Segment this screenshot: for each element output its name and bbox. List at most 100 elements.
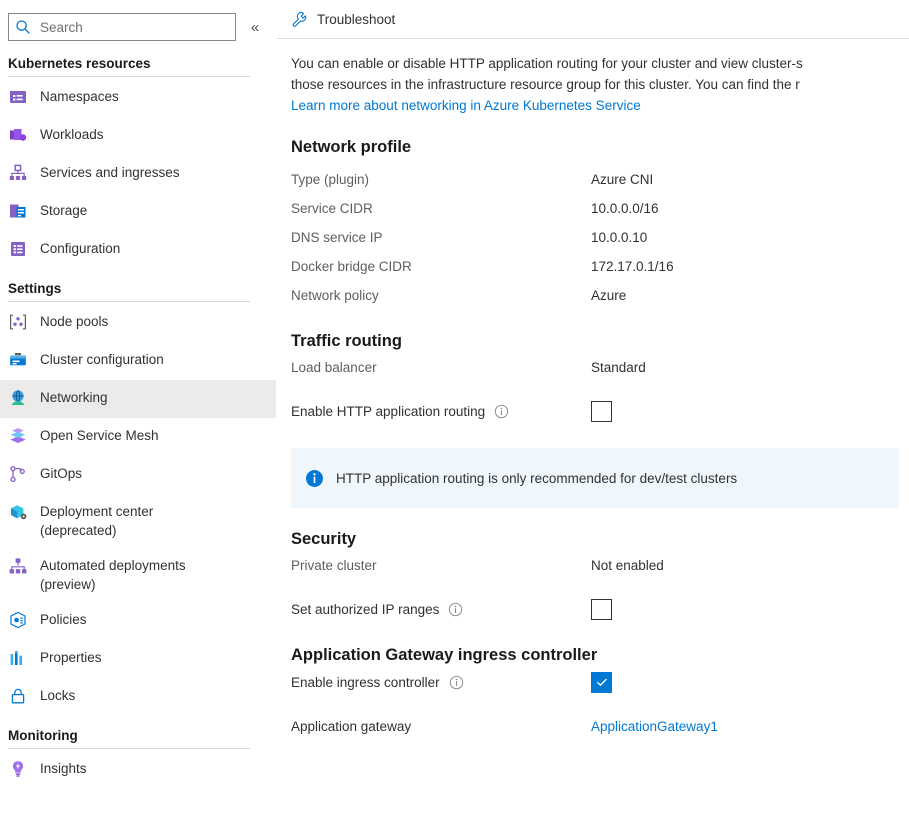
private-cluster-value: Not enabled [591,558,664,573]
collapse-menu-button[interactable]: « [242,14,268,40]
sidebar-item-label: Locks [40,688,76,703]
storage-icon [8,201,28,221]
application-gateway-row: Application gateway ApplicationGateway1 [291,711,909,741]
network-profile-key: Type (plugin) [291,172,370,187]
aks-networking-page: « Kubernetes resources Namespaces Workload… [0,0,909,832]
enable-ingress-controller-checkbox[interactable] [591,671,612,693]
wrench-icon [291,11,308,28]
sidebar-item-deployment-center[interactable]: Deployment center (deprecated) [0,494,276,548]
sidebar-item-label: Open Service Mesh [40,428,159,443]
gitops-icon [8,464,28,484]
networking-panel: You can enable or disable HTTP applicati… [277,39,909,741]
services-icon [8,163,28,183]
enable-ingress-label-group: Enable ingress controller [291,675,591,690]
description-text: You can enable or disable HTTP applicati… [291,53,909,116]
network-profile-row: Docker bridge CIDR 172.17.0.1/16 [291,252,909,281]
http-routing-row: Enable HTTP application routing [291,396,909,426]
sidebar-item-locks[interactable]: Locks [0,678,276,716]
sidebar-item-open-service-mesh[interactable]: Open Service Mesh [0,418,276,456]
load-balancer-value: Standard [591,360,646,375]
sidebar-group-title: Kubernetes resources [8,56,151,71]
sidebar-item-namespaces[interactable]: Namespaces [0,79,276,117]
node-pools-icon [8,312,28,332]
sidebar-item-label: Policies [40,612,87,627]
sidebar-item-label: Properties [40,650,102,665]
authorized-ip-row: Set authorized IP ranges [291,594,909,624]
http-routing-label-group: Enable HTTP application routing [291,404,591,419]
deployment-center-icon [8,502,28,522]
sidebar-item-cluster-configuration[interactable]: Cluster configuration [0,342,276,380]
info-icon[interactable] [449,675,464,690]
sidebar-group-divider [8,748,250,749]
security-heading: Security [291,530,357,548]
traffic-routing-heading: Traffic routing [291,332,402,350]
search-box[interactable] [8,13,236,41]
sidebar-nav: Kubernetes resources Namespaces Workloads S… [0,44,276,832]
cluster-configuration-icon [8,350,28,370]
sidebar-item-automated-deployments[interactable]: Automated deployments (preview) [0,548,276,602]
info-banner: HTTP application routing is only recomme… [291,448,899,508]
sidebar-item-label: Deployment center (deprecated) [40,504,154,538]
sidebar-group-divider [8,76,250,77]
enable-ingress-label: Enable ingress controller [291,674,440,690]
checkmark-icon [596,678,607,687]
authorized-ip-label: Set authorized IP ranges [291,601,440,617]
sidebar-item-label: Networking [40,390,108,405]
http-routing-label: Enable HTTP application routing [291,403,486,419]
search-icon [15,19,31,35]
sidebar-item-label: Insights [40,761,87,776]
sidebar-item-insights[interactable]: Insights [0,751,276,789]
network-profile-rows: Type (plugin) Azure CNI Service CIDR 10.0.0… [291,165,909,310]
info-banner-text: HTTP application routing is only recomme… [336,470,738,486]
sidebar-item-label: Automated deployments (preview) [40,558,186,592]
sidebar-item-label: GitOps [40,466,83,481]
configuration-icon [8,239,28,259]
network-profile-row: DNS service IP 10.0.0.10 [291,223,909,252]
sidebar-item-gitops[interactable]: GitOps [0,456,276,494]
sidebar-item-node-pools[interactable]: Node pools [0,304,276,342]
command-bar: Troubleshoot [277,0,909,39]
private-cluster-label: Private cluster [291,558,377,573]
sidebar-item-label: Cluster configuration [40,352,164,367]
locks-icon [8,686,28,706]
enable-http-routing-checkbox[interactable] [591,400,612,422]
sidebar-search-row: « [0,0,276,44]
sidebar-group-title: Monitoring [8,728,78,743]
troubleshoot-label: Troubleshoot [317,11,396,27]
resource-menu-sidebar: « Kubernetes resources Namespaces Workload… [0,0,276,832]
learn-more-link[interactable]: Learn more about networking in Azure Kub… [291,98,641,113]
open-service-mesh-icon [8,426,28,446]
sidebar-item-storage[interactable]: Storage [0,193,276,231]
sidebar-item-label: Storage [40,203,88,218]
networking-icon [8,388,28,408]
automated-deployments-icon [8,556,28,576]
sidebar-item-services-and-ingresses[interactable]: Services and ingresses [0,155,276,193]
troubleshoot-button[interactable]: Troubleshoot [291,11,395,28]
info-icon[interactable] [448,602,463,617]
network-profile-value: Azure CNI [591,172,654,187]
sidebar-item-properties[interactable]: Properties [0,640,276,678]
private-cluster-row: Private cluster Not enabled [291,551,909,580]
info-icon[interactable] [494,404,509,419]
network-profile-value: Azure [591,288,627,303]
network-profile-key: DNS service IP [291,230,383,245]
application-gateway-label: Application gateway [291,718,412,734]
set-authorized-ip-ranges-checkbox[interactable] [591,598,612,620]
description-line-2: those resources in the infrastructure re… [291,77,800,92]
application-gateway-link[interactable]: ApplicationGateway1 [591,719,718,734]
sidebar-item-configuration[interactable]: Configuration [0,231,276,269]
network-profile-key: Network policy [291,288,379,303]
sidebar-item-label: Namespaces [40,89,119,104]
sidebar-item-policies[interactable]: Policies [0,602,276,640]
description-line-1: You can enable or disable HTTP applicati… [291,56,803,71]
sidebar-item-label: Services and ingresses [40,165,180,180]
policies-icon [8,610,28,630]
network-profile-row: Network policy Azure [291,281,909,310]
network-profile-row: Service CIDR 10.0.0.0/16 [291,194,909,223]
namespaces-icon [8,87,28,107]
info-filled-icon [305,469,324,488]
app-gateway-heading: Application Gateway ingress controller [291,646,598,664]
sidebar-item-networking[interactable]: Networking [0,380,276,418]
search-input[interactable] [38,18,229,36]
sidebar-item-workloads[interactable]: Workloads [0,117,276,155]
